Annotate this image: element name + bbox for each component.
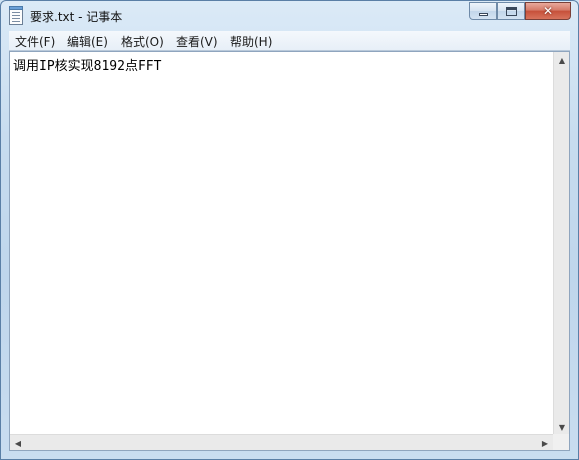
title-bar[interactable]: 要求.txt - 记事本 ✕ <box>1 1 578 31</box>
minimize-icon <box>479 13 488 16</box>
menu-bar: 文件(F) 编辑(E) 格式(O) 查看(V) 帮助(H) <box>9 31 570 51</box>
menu-file[interactable]: 文件(F) <box>15 33 55 50</box>
maximize-button[interactable] <box>497 2 525 20</box>
scroll-down-icon[interactable]: ▼ <box>554 419 570 435</box>
menu-edit[interactable]: 编辑(E) <box>67 33 108 50</box>
notepad-icon[interactable] <box>9 6 23 25</box>
menu-help[interactable]: 帮助(H) <box>230 33 272 50</box>
scroll-up-icon[interactable]: ▲ <box>554 52 570 68</box>
menu-format[interactable]: 格式(O) <box>121 33 164 50</box>
maximize-icon <box>506 7 517 16</box>
menu-view[interactable]: 查看(V) <box>176 33 218 50</box>
notepad-window: 要求.txt - 记事本 ✕ 文件(F) 编辑(E) 格式(O) 查看(V) 帮… <box>0 0 579 460</box>
text-area[interactable]: 调用IP核实现8192点FFT ▲ ▼ ◀ ▶ <box>9 51 570 451</box>
scrollbar-corner <box>553 434 569 450</box>
close-button[interactable]: ✕ <box>525 2 571 20</box>
minimize-button[interactable] <box>469 2 497 20</box>
document-text[interactable]: 调用IP核实现8192点FFT <box>13 55 161 74</box>
window-title: 要求.txt - 记事本 <box>30 10 123 24</box>
horizontal-scrollbar[interactable]: ◀ ▶ <box>10 434 553 450</box>
scroll-right-icon[interactable]: ▶ <box>537 435 553 451</box>
scroll-left-icon[interactable]: ◀ <box>10 435 26 451</box>
close-icon: ✕ <box>542 4 554 18</box>
vertical-scrollbar[interactable]: ▲ ▼ <box>553 52 569 435</box>
